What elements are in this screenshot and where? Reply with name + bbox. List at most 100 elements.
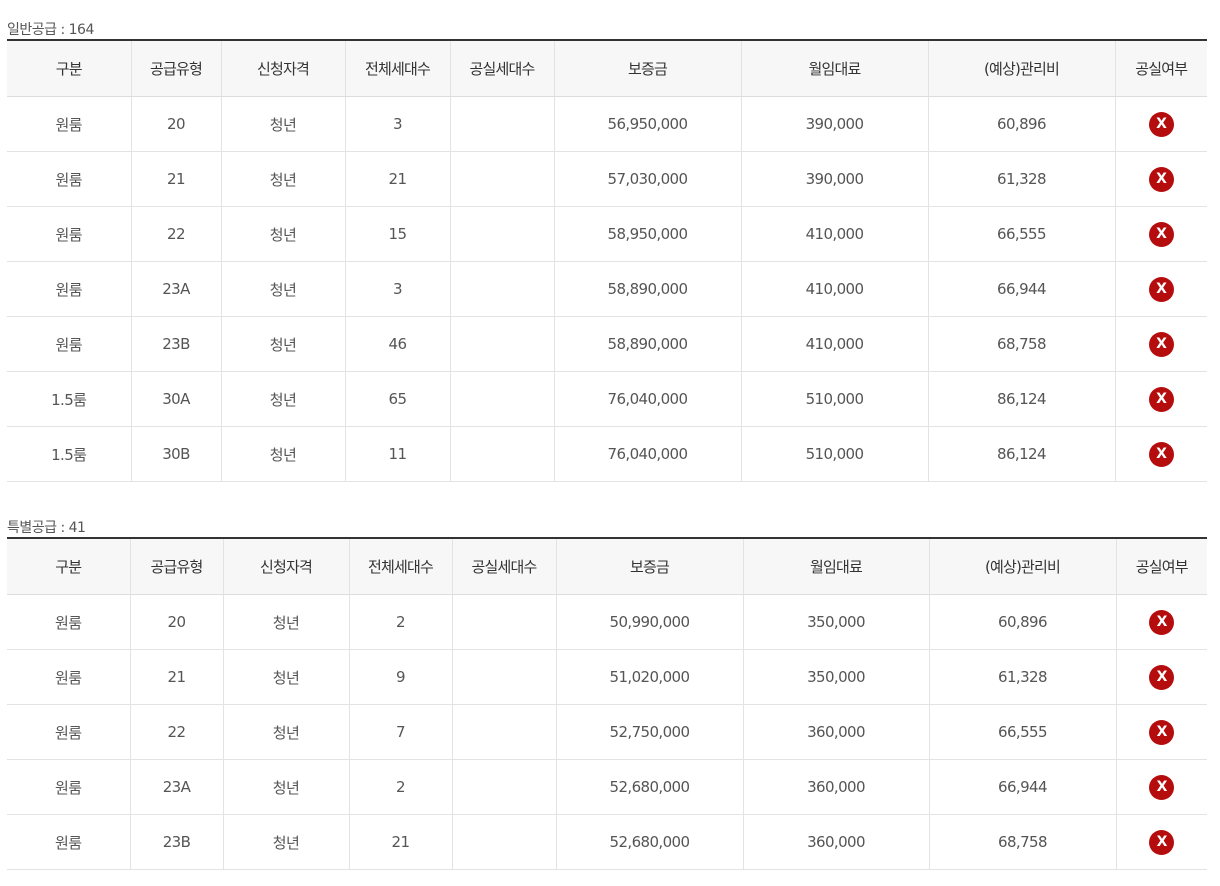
cell-deposit: 76,040,000: [554, 371, 742, 427]
cell-type: 원룸: [7, 814, 131, 870]
cell-qualification: 청년: [221, 96, 346, 152]
cell-total-units: 11: [345, 426, 451, 482]
cell-monthly-rent: 410,000: [741, 316, 929, 372]
x-circle-icon: X: [1148, 331, 1174, 357]
cell-qualification: 청년: [221, 206, 346, 262]
x-circle-icon: X: [1149, 609, 1175, 635]
cell-total-units: 2: [349, 594, 453, 650]
cell-vacant-units: [450, 316, 555, 372]
table-row: 원룸 20 청년 2 50,990,000 350,000 60,896 X: [7, 594, 1207, 650]
col-header-supply-type: 공급유형: [131, 40, 222, 97]
cell-total-units: 15: [345, 206, 451, 262]
col-header-maintenance-fee: (예상)관리비: [929, 538, 1117, 595]
cell-monthly-rent: 410,000: [741, 261, 929, 317]
cell-total-units: 65: [345, 371, 451, 427]
cell-vacant-units: [452, 704, 557, 760]
cell-supply-type: 23B: [131, 316, 222, 372]
cell-qualification: 청년: [223, 759, 350, 815]
cell-monthly-rent: 360,000: [743, 814, 930, 870]
cell-maintenance-fee: 61,328: [929, 649, 1117, 705]
table-row: 1.5룸 30B 청년 11 76,040,000 510,000 86,124 X: [7, 426, 1207, 482]
cell-maintenance-fee: 66,555: [928, 206, 1116, 262]
cell-monthly-rent: 390,000: [741, 96, 929, 152]
cell-supply-type: 23B: [130, 814, 224, 870]
table-header-row: 구분 공급유형 신청자격 전체세대수 공실세대수 보증금 월임대료 (예상)관리…: [7, 40, 1207, 97]
cell-total-units: 21: [345, 151, 451, 207]
cell-vacancy: X: [1116, 594, 1207, 650]
cell-type: 1.5룸: [7, 426, 132, 482]
cell-total-units: 2: [349, 759, 453, 815]
cell-monthly-rent: 510,000: [741, 371, 929, 427]
cell-type: 원룸: [7, 206, 132, 262]
cell-type: 원룸: [7, 151, 132, 207]
cell-monthly-rent: 350,000: [743, 649, 930, 705]
cell-maintenance-fee: 68,758: [928, 316, 1116, 372]
cell-deposit: 51,020,000: [556, 649, 744, 705]
cell-vacancy: X: [1115, 426, 1207, 482]
table-row: 원룸 21 청년 21 57,030,000 390,000 61,328 X: [7, 151, 1207, 207]
col-header-vacant-units: 공실세대수: [450, 40, 555, 97]
cell-maintenance-fee: 60,896: [929, 594, 1117, 650]
cell-vacant-units: [450, 426, 555, 482]
cell-maintenance-fee: 66,944: [929, 759, 1117, 815]
cell-type: 원룸: [7, 316, 132, 372]
cell-vacancy: X: [1115, 206, 1207, 262]
cell-monthly-rent: 510,000: [741, 426, 929, 482]
cell-vacancy: X: [1115, 151, 1207, 207]
cell-supply-type: 20: [130, 594, 224, 650]
special-supply-table: 구분 공급유형 신청자격 전체세대수 공실세대수 보증금 월임대료 (예상)관리…: [7, 537, 1207, 870]
cell-maintenance-fee: 66,944: [928, 261, 1116, 317]
general-supply-rows: 원룸 20 청년 3 56,950,000 390,000 60,896 X 원룸 21 청년 21 5…: [7, 96, 1207, 482]
cell-total-units: 21: [349, 814, 453, 870]
cell-supply-type: 30B: [131, 426, 222, 482]
table-row: 원룸 23B 청년 46 58,890,000 410,000 68,758 X: [7, 316, 1207, 372]
x-circle-icon: X: [1148, 276, 1174, 302]
cell-deposit: 52,750,000: [556, 704, 744, 760]
cell-vacant-units: [452, 814, 557, 870]
x-circle-icon: X: [1148, 166, 1174, 192]
col-header-qualification: 신청자격: [221, 40, 346, 97]
col-header-type: 구분: [7, 40, 132, 97]
x-circle-icon: X: [1148, 111, 1174, 137]
cell-maintenance-fee: 68,758: [929, 814, 1117, 870]
cell-vacant-units: [450, 371, 555, 427]
table-row: 1.5룸 30A 청년 65 76,040,000 510,000 86,124 X: [7, 371, 1207, 427]
cell-qualification: 청년: [223, 704, 350, 760]
table-row: 원룸 21 청년 9 51,020,000 350,000 61,328 X: [7, 649, 1207, 705]
col-header-vacant-units: 공실세대수: [452, 538, 557, 595]
table-row: 원룸 23A 청년 2 52,680,000 360,000 66,944 X: [7, 759, 1207, 815]
general-supply-caption: 일반공급 : 164: [7, 22, 94, 38]
cell-qualification: 청년: [221, 151, 346, 207]
x-circle-icon: X: [1149, 774, 1175, 800]
cell-deposit: 52,680,000: [556, 759, 744, 815]
cell-total-units: 46: [345, 316, 451, 372]
cell-vacancy: X: [1116, 814, 1207, 870]
col-header-type: 구분: [7, 538, 131, 595]
col-header-maintenance-fee: (예상)관리비: [928, 40, 1116, 97]
x-circle-icon: X: [1148, 386, 1174, 412]
cell-supply-type: 20: [131, 96, 222, 152]
cell-qualification: 청년: [221, 371, 346, 427]
cell-supply-type: 22: [130, 704, 224, 760]
cell-supply-type: 30A: [131, 371, 222, 427]
cell-deposit: 56,950,000: [554, 96, 742, 152]
cell-qualification: 청년: [223, 649, 350, 705]
cell-vacant-units: [452, 594, 557, 650]
cell-deposit: 58,890,000: [554, 261, 742, 317]
cell-vacant-units: [450, 206, 555, 262]
special-supply-section: 특별공급 : 41 구분 공급유형 신청자격 전체세대수 공실세대수 보증금 월…: [7, 519, 1207, 870]
cell-monthly-rent: 350,000: [743, 594, 930, 650]
cell-type: 1.5룸: [7, 371, 132, 427]
cell-maintenance-fee: 61,328: [928, 151, 1116, 207]
cell-total-units: 7: [349, 704, 453, 760]
col-header-qualification: 신청자격: [223, 538, 350, 595]
col-header-deposit: 보증금: [554, 40, 742, 97]
col-header-total-units: 전체세대수: [345, 40, 451, 97]
cell-type: 원룸: [7, 704, 131, 760]
cell-supply-type: 21: [131, 151, 222, 207]
cell-qualification: 청년: [223, 594, 350, 650]
special-supply-rows: 원룸 20 청년 2 50,990,000 350,000 60,896 X 원룸 21 청년 9 51…: [7, 594, 1207, 870]
cell-monthly-rent: 410,000: [741, 206, 929, 262]
cell-monthly-rent: 360,000: [743, 704, 930, 760]
cell-vacancy: X: [1116, 759, 1207, 815]
